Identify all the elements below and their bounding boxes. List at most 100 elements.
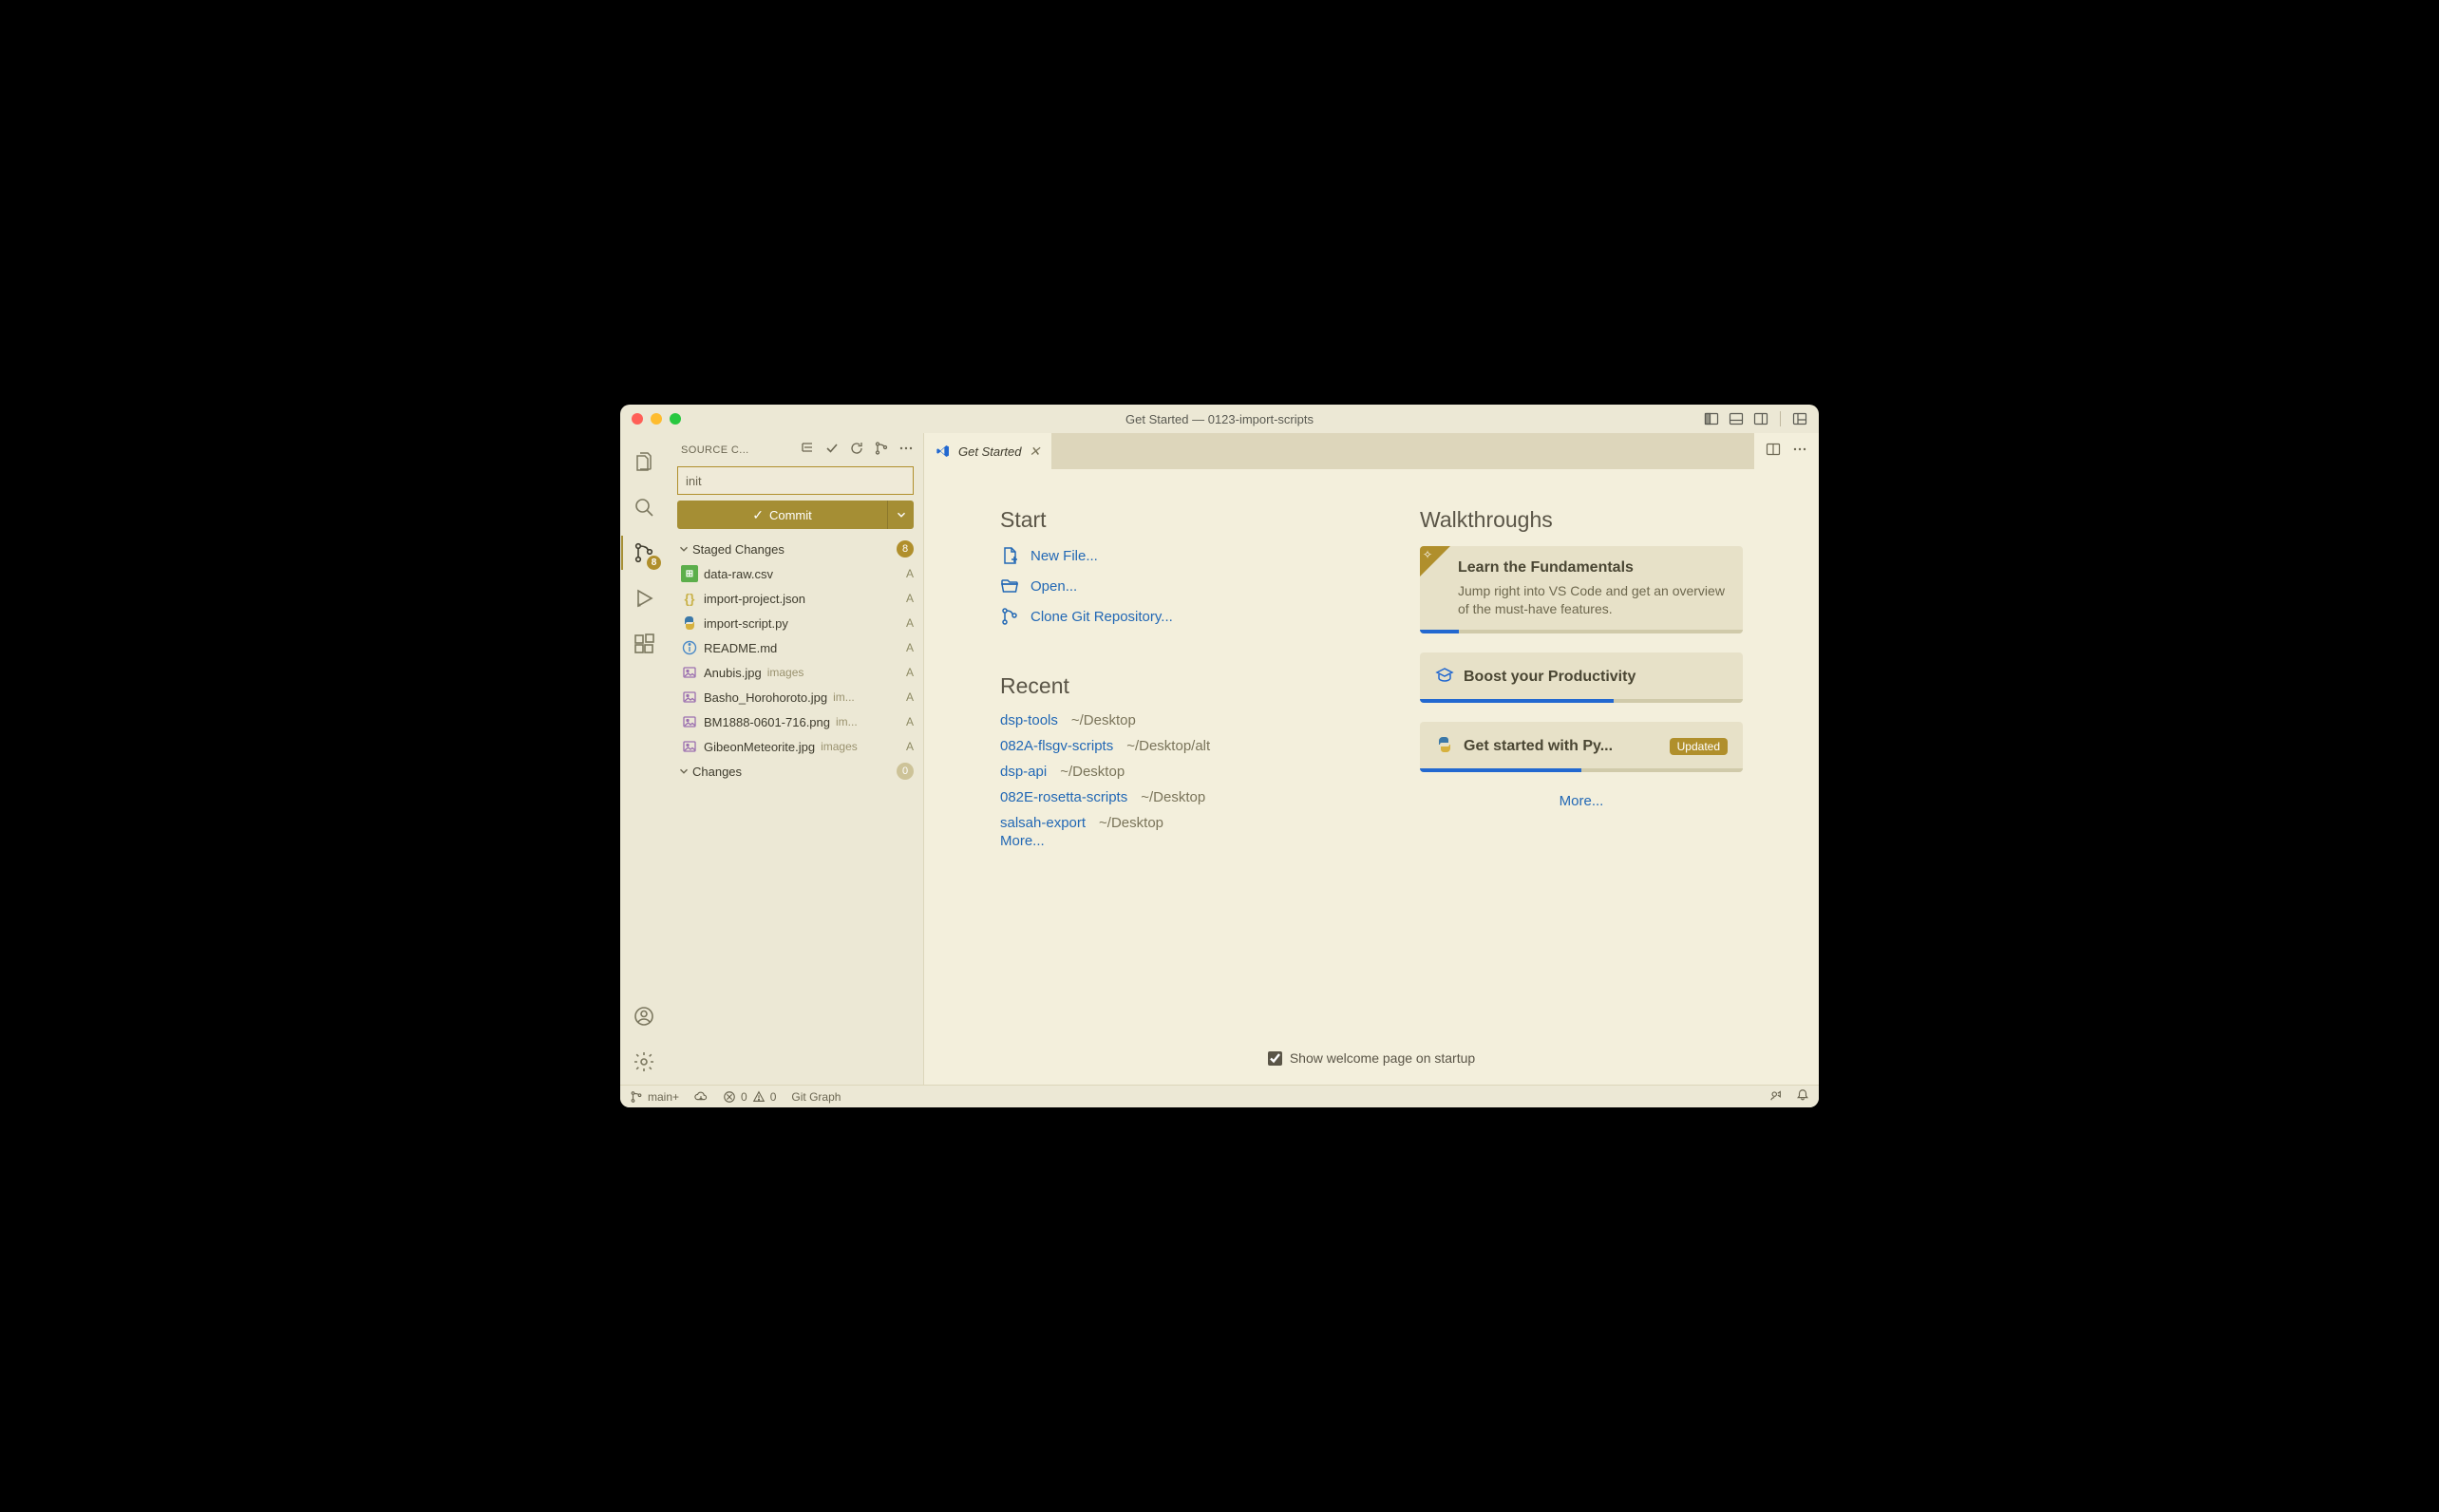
commit-button-label: Commit <box>769 508 812 522</box>
refresh-icon[interactable] <box>849 441 864 459</box>
image-file-icon <box>681 713 698 730</box>
walkthrough-title: Get started with Py...Updated <box>1435 735 1728 759</box>
file-dir: images <box>821 740 858 753</box>
recent-item[interactable]: 082E-rosetta-scripts~/Desktop <box>1000 789 1372 805</box>
gitgraph-label: Git Graph <box>791 1090 841 1104</box>
staged-file-row[interactable]: Anubis.jpgimagesA <box>668 660 923 685</box>
window-title: Get Started — 0123-import-scripts <box>620 412 1819 426</box>
staged-file-row[interactable]: BM1888-0601-716.pngim...A <box>668 709 923 734</box>
staged-changes-header[interactable]: Staged Changes 8 <box>668 537 923 561</box>
settings-gear-icon[interactable] <box>621 1039 667 1085</box>
file-dir: im... <box>833 690 855 704</box>
branch-name: main+ <box>648 1090 679 1104</box>
changes-label: Changes <box>692 765 742 779</box>
walkthroughs-list: ✧Learn the FundamentalsJump right into V… <box>1420 546 1743 772</box>
progress-fill <box>1420 630 1459 633</box>
recent-path: ~/Desktop <box>1071 712 1136 728</box>
git-branch-icon <box>630 1090 643 1104</box>
staged-file-row[interactable]: GibeonMeteorite.jpgimagesA <box>668 734 923 759</box>
csv-file-icon: ⊞ <box>681 565 698 582</box>
status-sync[interactable] <box>694 1090 708 1104</box>
staged-file-row[interactable]: {}import-project.jsonA <box>668 586 923 611</box>
toggle-secondary-sidebar-icon[interactable] <box>1753 411 1768 426</box>
commit-dropdown-button[interactable] <box>887 501 914 529</box>
image-file-icon <box>681 738 698 755</box>
maximize-window-button[interactable] <box>670 413 681 425</box>
commit-action-icon[interactable] <box>824 441 840 459</box>
window: Get Started — 0123-import-scripts 8 <box>620 405 1819 1107</box>
staged-file-row[interactable]: ⊞data-raw.csvA <box>668 561 923 586</box>
walkthrough-card[interactable]: ✧Learn the FundamentalsJump right into V… <box>1420 546 1743 633</box>
changes-count-badge: 0 <box>897 763 914 780</box>
traffic-lights <box>632 413 681 425</box>
accounts-icon[interactable] <box>621 993 667 1039</box>
walkthrough-card[interactable]: Boost your Productivity <box>1420 652 1743 703</box>
commit-button[interactable]: ✓ Commit <box>677 501 887 529</box>
python-icon <box>1435 735 1454 759</box>
status-gitgraph[interactable]: Git Graph <box>791 1090 841 1104</box>
recent-item[interactable]: 082A-flsgv-scripts ~/Desktop/alt <box>1000 738 1372 754</box>
show-on-startup-checkbox[interactable] <box>1268 1051 1282 1066</box>
file-status: A <box>900 715 914 728</box>
toggle-primary-sidebar-icon[interactable] <box>1704 411 1719 426</box>
extensions-view-icon[interactable] <box>621 621 667 667</box>
info-file-icon <box>681 639 698 656</box>
status-branch[interactable]: main+ <box>630 1090 679 1104</box>
staged-files-list: ⊞data-raw.csvA{}import-project.jsonAimpo… <box>668 561 923 759</box>
start-item-git-clone[interactable]: Clone Git Repository... <box>1000 607 1372 626</box>
start-item-new-file[interactable]: New File... <box>1000 546 1372 565</box>
view-as-tree-icon[interactable] <box>800 441 815 459</box>
tab-get-started[interactable]: Get Started ✕ <box>924 433 1051 469</box>
git-clone-icon <box>1000 607 1019 626</box>
recent-path: ~/Desktop <box>1060 764 1125 780</box>
walkthroughs-heading: Walkthroughs <box>1420 507 1743 533</box>
split-editor-icon[interactable] <box>1766 442 1781 462</box>
changes-header[interactable]: Changes 0 <box>668 759 923 784</box>
minimize-window-button[interactable] <box>651 413 662 425</box>
statusbar: main+ 0 0 Git Graph <box>620 1085 1819 1107</box>
recent-item[interactable]: dsp-api~/Desktop <box>1000 764 1372 780</box>
branch-action-icon[interactable] <box>874 441 889 459</box>
customize-layout-icon[interactable] <box>1792 411 1807 426</box>
walkthroughs-more-link[interactable]: More... <box>1560 793 1604 809</box>
feedback-icon[interactable] <box>1769 1088 1783 1105</box>
status-problems[interactable]: 0 0 <box>723 1090 776 1104</box>
start-item-label: Open... <box>1030 578 1077 595</box>
recent-item[interactable]: salsah-export~/Desktop <box>1000 815 1372 831</box>
walkthrough-card[interactable]: Get started with Py...Updated <box>1420 722 1743 772</box>
staged-file-row[interactable]: Basho_Horohoroto.jpgim...A <box>668 685 923 709</box>
recent-more-link[interactable]: More... <box>1000 833 1045 849</box>
file-name: README.md <box>704 641 777 655</box>
close-window-button[interactable] <box>632 413 643 425</box>
toggle-panel-icon[interactable] <box>1729 411 1744 426</box>
staged-file-row[interactable]: README.mdA <box>668 635 923 660</box>
tabbar: Get Started ✕ <box>924 433 1819 469</box>
progress-fill <box>1420 699 1614 703</box>
warning-count: 0 <box>770 1090 777 1104</box>
recent-name: 082A-flsgv-scripts <box>1000 738 1113 754</box>
recent-path: ~/Desktop/alt <box>1126 738 1210 754</box>
notifications-icon[interactable] <box>1796 1088 1809 1105</box>
progress-track <box>1420 630 1743 633</box>
staged-count-badge: 8 <box>897 540 914 558</box>
file-status: A <box>900 616 914 630</box>
close-tab-icon[interactable]: ✕ <box>1029 444 1040 460</box>
source-control-view-icon[interactable]: 8 <box>621 530 667 576</box>
explorer-view-icon[interactable] <box>621 439 667 484</box>
search-view-icon[interactable] <box>621 484 667 530</box>
run-debug-view-icon[interactable] <box>621 576 667 621</box>
start-item-label: Clone Git Repository... <box>1030 609 1173 625</box>
titlebar-layout-controls <box>1704 411 1807 426</box>
more-actions-icon[interactable] <box>898 441 914 459</box>
grad-cap-icon <box>1435 666 1454 690</box>
staged-changes-label: Staged Changes <box>692 542 785 557</box>
recent-item[interactable]: dsp-tools~/Desktop <box>1000 712 1372 728</box>
commit-message-input[interactable]: init <box>677 466 914 495</box>
welcome-footer: Show welcome page on startup <box>924 1050 1819 1085</box>
image-file-icon <box>681 689 698 706</box>
titlebar: Get Started — 0123-import-scripts <box>620 405 1819 433</box>
star-icon: ✧ <box>1423 548 1432 561</box>
editor-more-icon[interactable] <box>1792 442 1807 462</box>
start-item-open-folder[interactable]: Open... <box>1000 576 1372 595</box>
staged-file-row[interactable]: import-script.pyA <box>668 611 923 635</box>
